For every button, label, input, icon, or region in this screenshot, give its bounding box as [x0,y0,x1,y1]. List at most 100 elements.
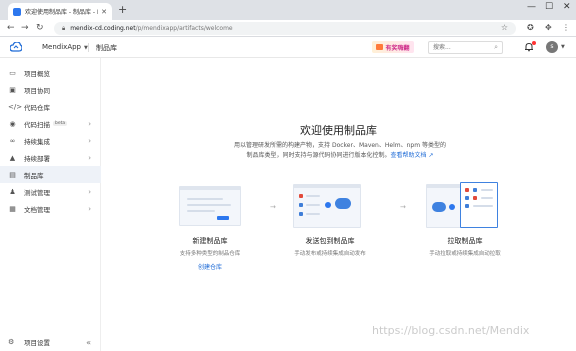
chevron-right-icon: › [88,136,91,145]
step-push-package: 发送包到制品库 手动发布或持续集成自动发布 [290,182,370,257]
external-link-icon: ↗ [426,152,434,159]
sidebar-item-label: 文档管理 [24,205,50,214]
close-tab-icon[interactable]: ✕ [101,8,107,16]
back-icon[interactable]: ← [7,23,15,33]
cloud-icon [335,198,351,209]
sidebar-item-cd[interactable]: ▲ 持续部署 › [0,149,101,166]
promo-label: 有奖嗨翻 [385,44,410,52]
minimize-icon[interactable]: — [527,2,536,12]
step-title: 拉取制品库 [447,237,483,245]
search-box: ⌕ [428,41,503,54]
step-subtitle: 手动发布或持续集成自动发布 [294,251,366,257]
app-header: MendixApp▼ 制品库 有奖嗨翻 ⌕ s ▼ [0,37,576,58]
sidebar-item-label: 测试管理 [24,188,50,197]
beta-badge: beta [53,121,68,126]
sidebar-item-label: 项目概览 [24,69,50,78]
test-icon: ♟ [9,187,16,196]
forward-icon[interactable]: → [21,23,29,33]
arrow-right-icon: → [270,203,276,211]
chevron-right-icon: › [88,204,91,213]
sidebar: ▭ 项目概览 ▣ 项目协同 </> 代码仓库 ◉ 代码扫描 beta › ∞ 持… [0,58,101,351]
lock-icon: 🔒︎ [62,24,66,32]
sidebar-item-code[interactable]: </> 代码仓库 [0,98,101,115]
arrow-right-icon: → [400,203,406,211]
window-close-icon[interactable]: ✕ [563,2,571,12]
browser-tab[interactable]: 欢迎使用制品库 - 制品库 - Mend ✕ [8,3,112,20]
notification-dot [532,41,536,45]
project-switcher[interactable]: MendixApp ▼ [42,43,88,51]
sidebar-item-settings[interactable]: ⚙ 项目设置 « [0,335,101,349]
overview-icon: ▭ [9,68,16,77]
sidebar-footer-label: 项目设置 [24,339,50,347]
step-title: 发送包到制品库 [305,237,355,245]
page-title: 欢迎使用制品库 [300,124,377,137]
gear-icon: ⚙ [8,338,15,346]
forward-circle-icon [325,202,331,208]
doc-icon: ▦ [9,204,16,213]
sidebar-item-artifacts[interactable]: ▤ 制品库 [0,166,101,183]
sidebar-item-label: 制品库 [24,171,44,180]
cloud-icon [432,202,446,212]
sidebar-item-collab[interactable]: ▣ 项目协同 [0,81,101,98]
chevron-right-icon: › [88,153,91,162]
step-subtitle: 支持多种类型的制品仓库 [179,251,241,257]
sidebar-item-label: 项目协同 [24,86,50,95]
maximize-icon[interactable]: ☐ [545,2,553,12]
welcome-description: 用以管理研发所需的构建产物，支持 Docker、Maven、Helm、npm 等… [210,141,470,161]
description-line-2: 制品库类型，同时支持与源代码协同进行版本化控制。 [246,152,391,159]
forward-circle-icon [449,204,455,210]
cd-icon: ▲ [9,153,16,162]
url-host: mendix-cd.coding.net [70,25,136,32]
help-doc-link[interactable]: 查看帮助文档 [391,152,427,159]
sidebar-item-test[interactable]: ♟ 测试管理 › [0,183,101,200]
create-repo-illustration [179,182,241,228]
gift-icon [376,44,384,50]
step-pull-repo: 拉取制品库 手动拉取或持续集成自动拉取 [425,182,505,257]
url-field[interactable]: 🔒︎ mendix-cd.coding.net/p/mendixapp/arti… [54,22,516,35]
promo-banner[interactable]: 有奖嗨翻 [372,41,414,53]
artifact-icon: ▤ [9,170,16,179]
sidebar-item-label: 持续部署 [24,154,50,163]
extensions-puzzle-icon[interactable]: ✥ [545,23,552,32]
new-tab-icon[interactable]: + [118,4,127,16]
scan-icon: ◉ [9,119,16,128]
extension-icon[interactable]: ✪ [527,23,534,32]
pull-repo-illustration [426,182,498,228]
browser-menu-icon[interactable]: ⋮ [562,23,570,32]
header-divider [88,43,89,52]
chevron-right-icon: › [88,119,91,128]
coding-favicon-icon [13,7,21,16]
window-illustration [179,186,241,226]
browser-tab-title: 欢迎使用制品库 - 制品库 - Mend [25,9,98,16]
sidebar-item-scan[interactable]: ◉ 代码扫描 beta › [0,115,101,132]
watermark: https://blog.csdn.net/Mendix [372,324,530,337]
ci-icon: ∞ [9,136,16,145]
push-package-illustration [293,182,361,228]
step-subtitle: 手动拉取或持续集成自动拉取 [429,251,501,257]
avatar[interactable]: s [546,41,558,53]
sidebar-item-label: 代码扫描 [24,120,50,129]
reload-icon[interactable]: ↻ [36,23,44,33]
collab-icon: ▣ [9,85,16,94]
sidebar-item-label: 持续集成 [24,137,50,146]
step-title: 新建制品库 [192,237,228,245]
search-input[interactable] [433,42,493,53]
browser-tabstrip: 欢迎使用制品库 - 制品库 - Mend ✕ + — ☐ ✕ [0,0,576,20]
avatar-chevron-icon[interactable]: ▼ [561,44,565,50]
breadcrumb: 制品库 [96,44,117,52]
coding-logo-icon[interactable] [10,42,22,52]
search-icon[interactable]: ⌕ [494,43,498,52]
address-bar: ← → ↻ 🔒︎ mendix-cd.coding.net/p/mendixap… [0,20,576,37]
step-create-repo: 新建制品库 支持多种类型的制品仓库 创建仓库 [170,182,250,271]
sidebar-item-docs[interactable]: ▦ 文档管理 › [0,200,101,217]
collapse-sidebar-icon[interactable]: « [86,338,91,347]
description-line-1: 用以管理研发所需的构建产物，支持 Docker、Maven、Helm、npm 等… [234,142,446,149]
sidebar-item-overview[interactable]: ▭ 项目概览 [0,64,101,81]
sidebar-item-label: 代码仓库 [24,103,50,112]
project-name: MendixApp [42,43,81,51]
create-repo-link[interactable]: 创建仓库 [170,262,250,271]
url-path: /p/mendixapp/artifacts/welcome [135,25,233,32]
sidebar-item-ci[interactable]: ∞ 持续集成 › [0,132,101,149]
bookmark-star-icon[interactable]: ☆ [501,23,508,32]
code-icon: </> [8,102,23,111]
